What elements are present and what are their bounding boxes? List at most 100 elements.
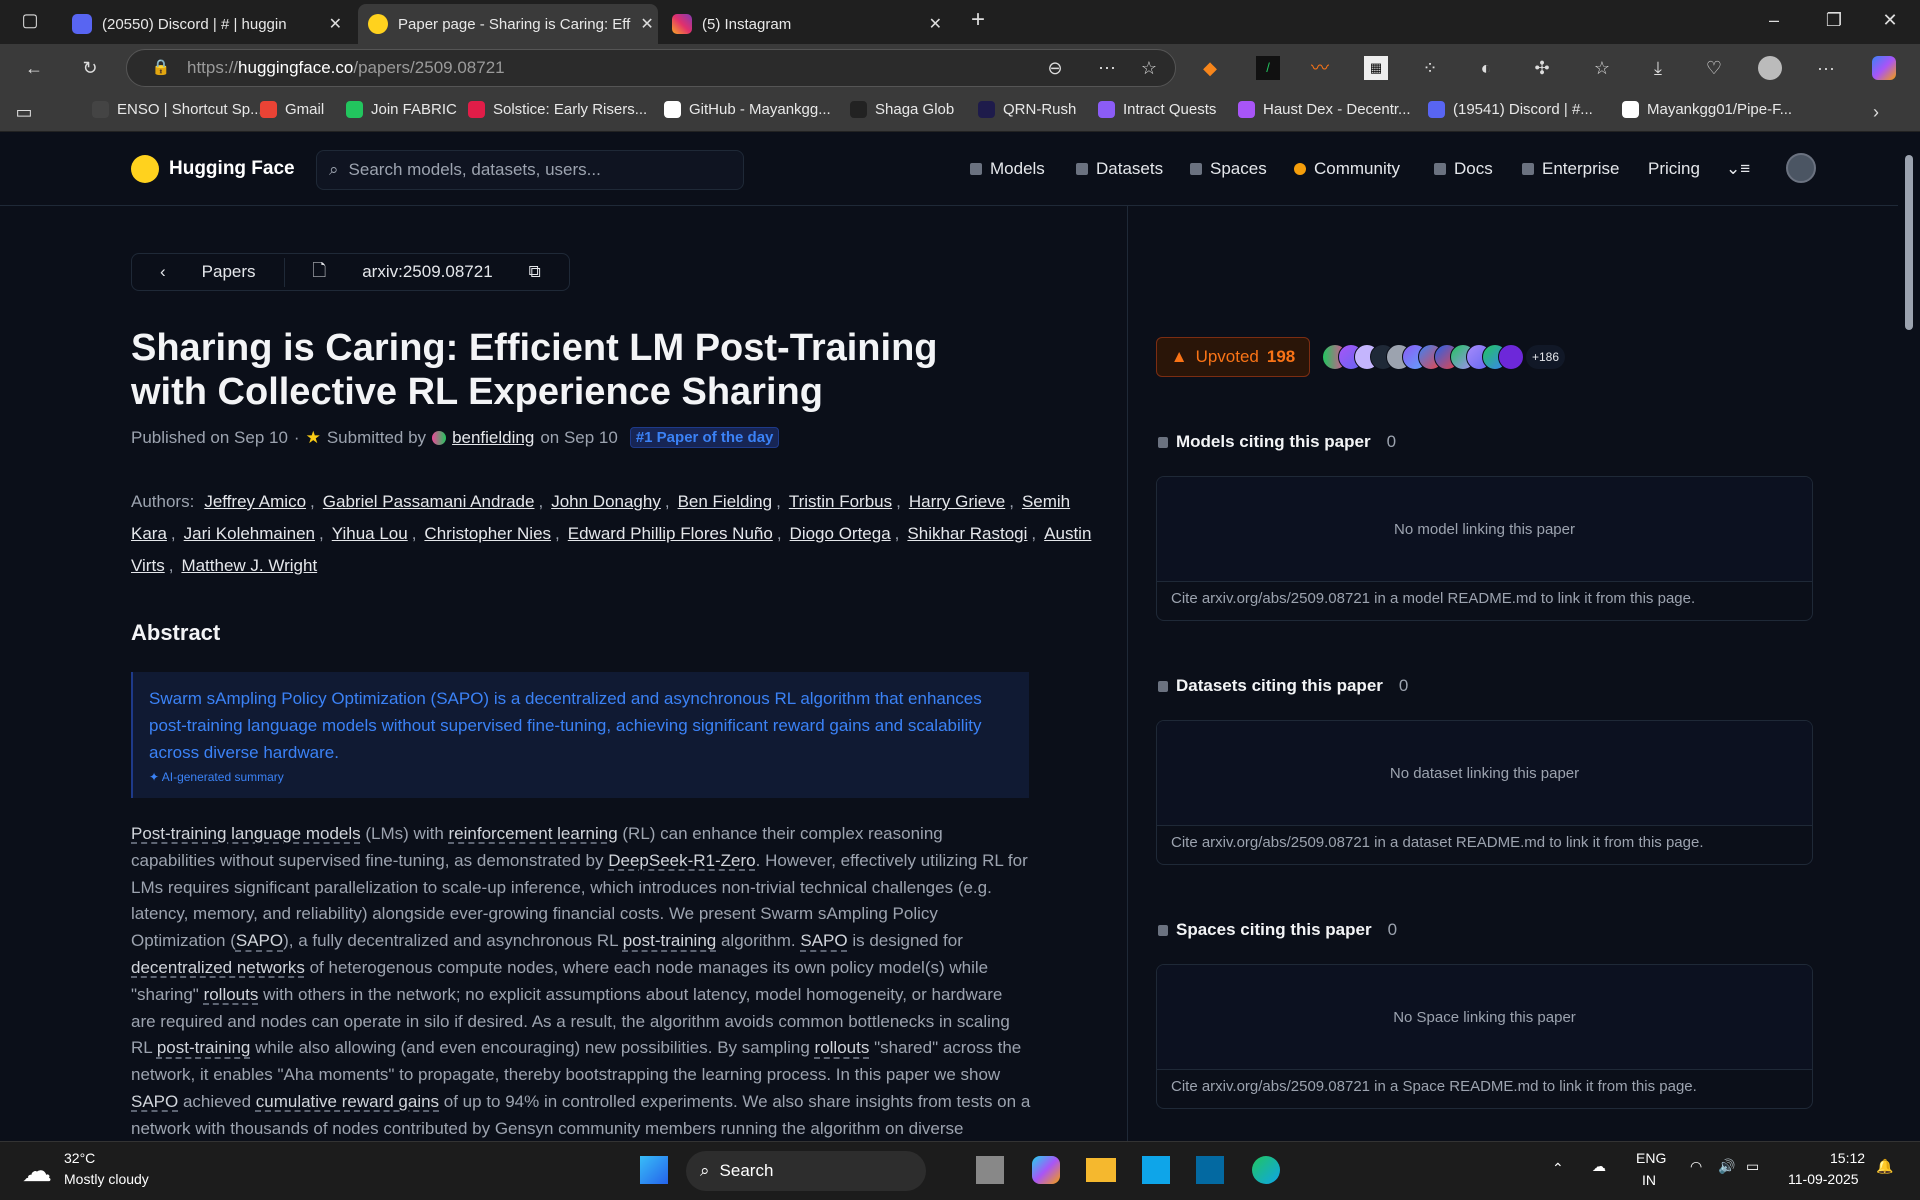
edge-icon[interactable] xyxy=(1252,1156,1280,1184)
metamask-extension-icon[interactable]: ◆ xyxy=(1198,56,1222,80)
user-avatar[interactable] xyxy=(1786,153,1816,183)
bookmark-item[interactable]: ENSO | Shortcut Sp... xyxy=(92,101,263,118)
profile-avatar[interactable] xyxy=(1758,56,1782,80)
weather-cloud-icon[interactable]: ☁ xyxy=(22,1154,52,1189)
author-link[interactable]: Harry Grieve xyxy=(909,492,1005,511)
url-input[interactable]: 🔒 https://huggingface.co/papers/2509.087… xyxy=(126,49,1176,87)
abstract-term-link[interactable]: SAPO xyxy=(800,931,847,950)
browser-essentials-icon[interactable]: ♡ xyxy=(1702,56,1726,80)
bookmark-item[interactable]: Solstice: Early Risers... xyxy=(468,101,647,118)
favorite-star-icon[interactable]: ☆ xyxy=(1137,56,1161,80)
onedrive-icon[interactable]: ☁ xyxy=(1592,1158,1606,1175)
nav-spaces[interactable]: Spaces xyxy=(1190,159,1267,179)
abstract-term-link[interactable]: SAPO xyxy=(236,931,283,950)
weather-desc[interactable]: Mostly cloudy xyxy=(64,1171,149,1187)
more-menu-icon[interactable]: ··· xyxy=(1814,56,1838,80)
file-explorer-icon[interactable] xyxy=(1086,1158,1116,1182)
copilot-icon[interactable] xyxy=(1872,56,1896,80)
zoom-icon[interactable]: ⊖ xyxy=(1043,56,1067,80)
author-link[interactable]: Jeffrey Amico xyxy=(204,492,306,511)
copy-icon[interactable]: ⧉ xyxy=(515,262,555,282)
upvote-button[interactable]: ▲ Upvoted 198 xyxy=(1156,337,1310,377)
papers-back-link[interactable]: ‹ Papers xyxy=(132,262,284,282)
page-scrollbar[interactable] xyxy=(1898,133,1920,1141)
nav-docs[interactable]: Docs xyxy=(1434,159,1493,179)
tab-paper-page[interactable]: Paper page - Sharing is Caring: Eff ✕ xyxy=(358,4,658,44)
read-aloud-icon[interactable]: ⋯ xyxy=(1095,56,1119,80)
extension-icon[interactable]: 〰 xyxy=(1308,56,1332,80)
close-tab-icon[interactable]: ✕ xyxy=(640,14,653,34)
abstract-term-link[interactable]: DeepSeek-R1-Zero xyxy=(608,851,755,870)
author-link[interactable]: Matthew J. Wright xyxy=(181,556,317,575)
extension-icon[interactable]: ◐ xyxy=(1474,56,1498,80)
brand-logo[interactable]: Hugging Face xyxy=(131,155,295,183)
bookmark-item[interactable]: Gmail xyxy=(260,101,324,118)
author-link[interactable]: Christopher Nies xyxy=(424,524,551,543)
minimize-button[interactable]: – xyxy=(1762,8,1786,32)
back-icon[interactable]: ← xyxy=(22,56,46,80)
bookmark-item[interactable]: Intract Quests xyxy=(1098,101,1216,118)
more-bookmarks-chevron-icon[interactable]: › xyxy=(1864,100,1888,124)
tab-discord[interactable]: (20550) Discord | # | huggin ✕ xyxy=(62,4,352,44)
search-input[interactable]: ⌕ Search models, datasets, users... xyxy=(316,150,744,190)
author-link[interactable]: John Donaghy xyxy=(551,492,661,511)
new-tab-button[interactable]: + xyxy=(966,8,990,32)
author-link[interactable]: Edward Phillip Flores Nuño xyxy=(568,524,773,543)
author-link[interactable]: Tristin Forbus xyxy=(789,492,892,511)
author-link[interactable]: Ben Fielding xyxy=(678,492,773,511)
author-link[interactable]: Shikhar Rastogi xyxy=(907,524,1027,543)
favorites-icon[interactable]: ☆ xyxy=(1590,56,1614,80)
bookmark-item[interactable]: GitHub - Mayankgg... xyxy=(664,101,831,118)
abstract-term-link[interactable]: Post-training language models xyxy=(131,824,361,843)
abstract-term-link[interactable]: decentralized networks xyxy=(131,958,305,977)
battery-icon[interactable]: ▭ xyxy=(1746,1158,1759,1175)
region-indicator[interactable]: IN xyxy=(1642,1172,1656,1188)
scrollbar-thumb[interactable] xyxy=(1905,155,1913,330)
tab-actions-icon[interactable]: ▢ xyxy=(18,8,42,32)
author-link[interactable]: Diogo Ortega xyxy=(790,524,891,543)
show-hidden-icons-chevron[interactable]: ⌃ xyxy=(1552,1160,1564,1177)
downloads-icon[interactable]: ⤓ xyxy=(1646,56,1670,80)
volume-icon[interactable]: 🔊 xyxy=(1718,1158,1735,1175)
abstract-term-link[interactable]: rollouts xyxy=(204,985,259,1004)
close-tab-icon[interactable]: ✕ xyxy=(929,14,942,34)
arxiv-link[interactable]: 🗋 arxiv:2509.08721 ⧉ xyxy=(283,257,569,287)
bookmarks-menu-icon[interactable]: ▭ xyxy=(12,100,36,124)
clock-date[interactable]: 11-09-2025 xyxy=(1788,1171,1859,1187)
start-button[interactable] xyxy=(640,1156,668,1184)
nav-models[interactable]: Models xyxy=(970,159,1045,179)
store-icon[interactable] xyxy=(1142,1156,1170,1184)
close-tab-icon[interactable]: ✕ xyxy=(329,14,342,34)
extension-icon[interactable]: ⁘ xyxy=(1418,56,1442,80)
outlook-icon[interactable] xyxy=(1196,1156,1224,1184)
submitter-link[interactable]: benfielding xyxy=(452,428,534,448)
author-link[interactable]: Gabriel Passamani Andrade xyxy=(323,492,535,511)
maximize-button[interactable]: ❐ xyxy=(1822,8,1846,32)
extension-icon[interactable]: / xyxy=(1256,56,1280,80)
abstract-term-link[interactable]: rollouts xyxy=(815,1038,870,1057)
weather-temp[interactable]: 32°C xyxy=(64,1150,95,1166)
abstract-term-link[interactable]: SAPO xyxy=(131,1092,178,1111)
bookmark-item[interactable]: Haust Dex - Decentr... xyxy=(1238,101,1411,118)
task-view-icon[interactable] xyxy=(976,1156,1004,1184)
author-link[interactable]: Jari Kolehmainen xyxy=(184,524,315,543)
taskbar-search[interactable]: ⌕ Search xyxy=(686,1151,926,1191)
abstract-term-link[interactable]: cumulative reward gains xyxy=(256,1092,439,1111)
nav-enterprise[interactable]: Enterprise xyxy=(1522,159,1619,179)
extensions-puzzle-icon[interactable]: ✣ xyxy=(1530,56,1554,80)
nav-pricing[interactable]: Pricing xyxy=(1648,159,1700,179)
qr-extension-icon[interactable]: ▦ xyxy=(1364,56,1388,80)
bookmark-item[interactable]: QRN-Rush xyxy=(978,101,1076,118)
bookmark-item[interactable]: Join FABRIC xyxy=(346,101,457,118)
abstract-term-link[interactable]: post-training xyxy=(157,1038,251,1057)
close-window-button[interactable]: ✕ xyxy=(1878,8,1902,32)
upvoter-avatars[interactable]: +186 xyxy=(1322,344,1566,370)
nav-community[interactable]: Community xyxy=(1294,159,1400,179)
lock-icon[interactable]: 🔒 xyxy=(149,56,173,80)
abstract-term-link[interactable]: post-training xyxy=(623,931,717,950)
copilot-app-icon[interactable] xyxy=(1032,1156,1060,1184)
refresh-icon[interactable]: ↻ xyxy=(78,56,102,80)
paper-of-the-day-badge[interactable]: #1 Paper of the day xyxy=(629,427,780,448)
bookmark-item[interactable]: (19541) Discord | #... xyxy=(1428,101,1593,118)
language-indicator[interactable]: ENG xyxy=(1636,1150,1666,1166)
